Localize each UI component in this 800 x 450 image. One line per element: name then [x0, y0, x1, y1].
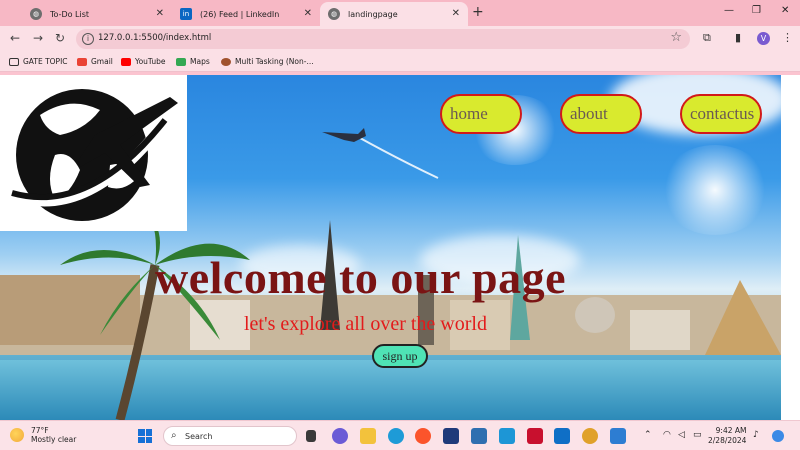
weather-temperature: 77°F	[31, 426, 49, 435]
close-icon[interactable]: ✕	[156, 8, 164, 19]
vscode-icon[interactable]	[554, 428, 570, 444]
search-icon: ⌕	[171, 430, 177, 441]
search-placeholder: Search	[185, 432, 213, 441]
folder-icon	[9, 57, 19, 66]
bookmark-label: Gmail	[91, 57, 113, 66]
back-icon[interactable]: ←	[10, 31, 20, 45]
hero-title: welcome to our page	[155, 252, 567, 303]
gmail-icon	[77, 57, 87, 66]
bookmark-label: YouTube	[135, 57, 166, 66]
close-icon[interactable]: ✕	[304, 8, 312, 19]
url-text[interactable]: 127.0.0.1:5500/index.html	[98, 33, 211, 43]
signup-button[interactable]: sign up	[372, 344, 428, 368]
site-logo[interactable]	[0, 75, 187, 231]
clock-date: 2/28/2024	[708, 436, 747, 445]
weather-description: Mostly clear	[31, 435, 77, 444]
airplane-trail-icon	[322, 128, 439, 179]
bookmark-label: GATE TOPIC	[23, 57, 68, 66]
address-bar[interactable]: i 127.0.0.1:5500/index.html ☆	[76, 29, 690, 49]
globe-airplane-logo-icon	[8, 89, 178, 221]
blue-app-icon[interactable]	[499, 428, 515, 444]
nav-contact-button[interactable]: contactus	[680, 94, 762, 134]
nav-home-button[interactable]: home	[440, 94, 522, 134]
tab-title: To-Do List	[50, 9, 90, 19]
chevron-up-icon[interactable]: ⌃	[644, 430, 652, 440]
browser-toolbar: ← → ↻ i 127.0.0.1:5500/index.html ☆ ⧉ ▮ …	[0, 26, 800, 52]
brave-browser-icon[interactable]	[415, 428, 431, 444]
tab-landingpage[interactable]: ◍ landingpage ✕	[320, 2, 468, 26]
palm-tree	[60, 205, 250, 420]
clock-time: 9:42 AM	[715, 426, 747, 435]
close-icon[interactable]: ✕	[452, 8, 460, 19]
reload-icon[interactable]: ↻	[55, 31, 65, 45]
forward-icon[interactable]: →	[33, 31, 43, 45]
bookmark-gmail[interactable]: Gmail	[77, 57, 113, 66]
notification-bell-icon[interactable]: ♪	[753, 430, 759, 440]
close-window-icon[interactable]: ✕	[781, 5, 789, 16]
store-app-icon[interactable]	[471, 428, 487, 444]
bookmark-page-icon	[221, 57, 231, 66]
mcafee-icon[interactable]	[527, 428, 543, 444]
chrome-browser-icon[interactable]	[582, 428, 598, 444]
bookmark-label: Maps	[190, 57, 210, 66]
new-tab-icon[interactable]: +	[472, 4, 484, 20]
wifi-icon[interactable]: ◠	[663, 430, 671, 440]
file-explorer-icon[interactable]	[360, 428, 376, 444]
globe-icon: ◍	[30, 8, 42, 20]
bookmark-gate-topic[interactable]: GATE TOPIC	[9, 57, 68, 66]
bookmarks-bar: GATE TOPIC Gmail YouTube Maps Multi Task…	[0, 52, 800, 72]
photos-app-icon[interactable]	[610, 428, 626, 444]
maps-icon	[176, 57, 186, 66]
nav-about-button[interactable]: about	[560, 94, 642, 134]
l-app-icon[interactable]	[443, 428, 459, 444]
minimize-icon[interactable]: —	[724, 5, 734, 16]
task-view-icon[interactable]	[306, 430, 316, 442]
teams-chat-icon[interactable]	[332, 428, 348, 444]
bookmark-star-icon[interactable]: ☆	[670, 30, 682, 45]
page-viewport: home about contactus welcome to our page…	[0, 75, 781, 420]
tab-todo-list[interactable]: ◍ To-Do List ✕	[22, 2, 172, 26]
globe-icon: ◍	[328, 8, 340, 20]
edge-browser-icon[interactable]	[388, 428, 404, 444]
menu-kebab-icon[interactable]: ⋮	[782, 31, 793, 44]
side-panel-icon[interactable]: ▮	[735, 31, 741, 44]
speaker-icon[interactable]: ◁	[678, 430, 685, 440]
youtube-icon	[121, 57, 131, 66]
taskbar-search[interactable]: ⌕ Search	[163, 426, 297, 446]
bookmark-maps[interactable]: Maps	[176, 57, 210, 66]
system-clock[interactable]: 9:42 AM 2/28/2024	[708, 426, 746, 446]
page-scrollbar[interactable]	[781, 75, 800, 420]
bookmark-multi-tasking[interactable]: Multi Tasking (Non-...	[221, 57, 314, 66]
tab-title: (26) Feed | LinkedIn	[200, 9, 280, 19]
browser-titlebar: ◍ To-Do List ✕ in (26) Feed | LinkedIn ✕…	[0, 0, 800, 26]
restore-icon[interactable]: ❐	[752, 5, 761, 16]
site-info-icon[interactable]: i	[82, 33, 94, 45]
tab-title: landingpage	[348, 9, 398, 19]
bookmark-youtube[interactable]: YouTube	[121, 57, 166, 66]
windows-start-icon[interactable]	[138, 429, 152, 443]
profile-avatar[interactable]: V	[757, 32, 770, 45]
extensions-icon[interactable]: ⧉	[703, 31, 711, 45]
linkedin-icon: in	[180, 8, 192, 20]
hero-subtitle: let's explore all over the world	[244, 313, 487, 335]
tab-linkedin[interactable]: in (26) Feed | LinkedIn ✕	[172, 2, 320, 26]
windows-taskbar: 77°F Mostly clear ⌕ Search ⌃ ◠ ◁ ▭ 9:42 …	[0, 420, 800, 450]
battery-icon[interactable]: ▭	[693, 430, 702, 440]
bookmark-label: Multi Tasking (Non-...	[235, 57, 314, 66]
moon-cloud-icon	[10, 428, 24, 442]
copilot-icon[interactable]	[772, 430, 784, 442]
